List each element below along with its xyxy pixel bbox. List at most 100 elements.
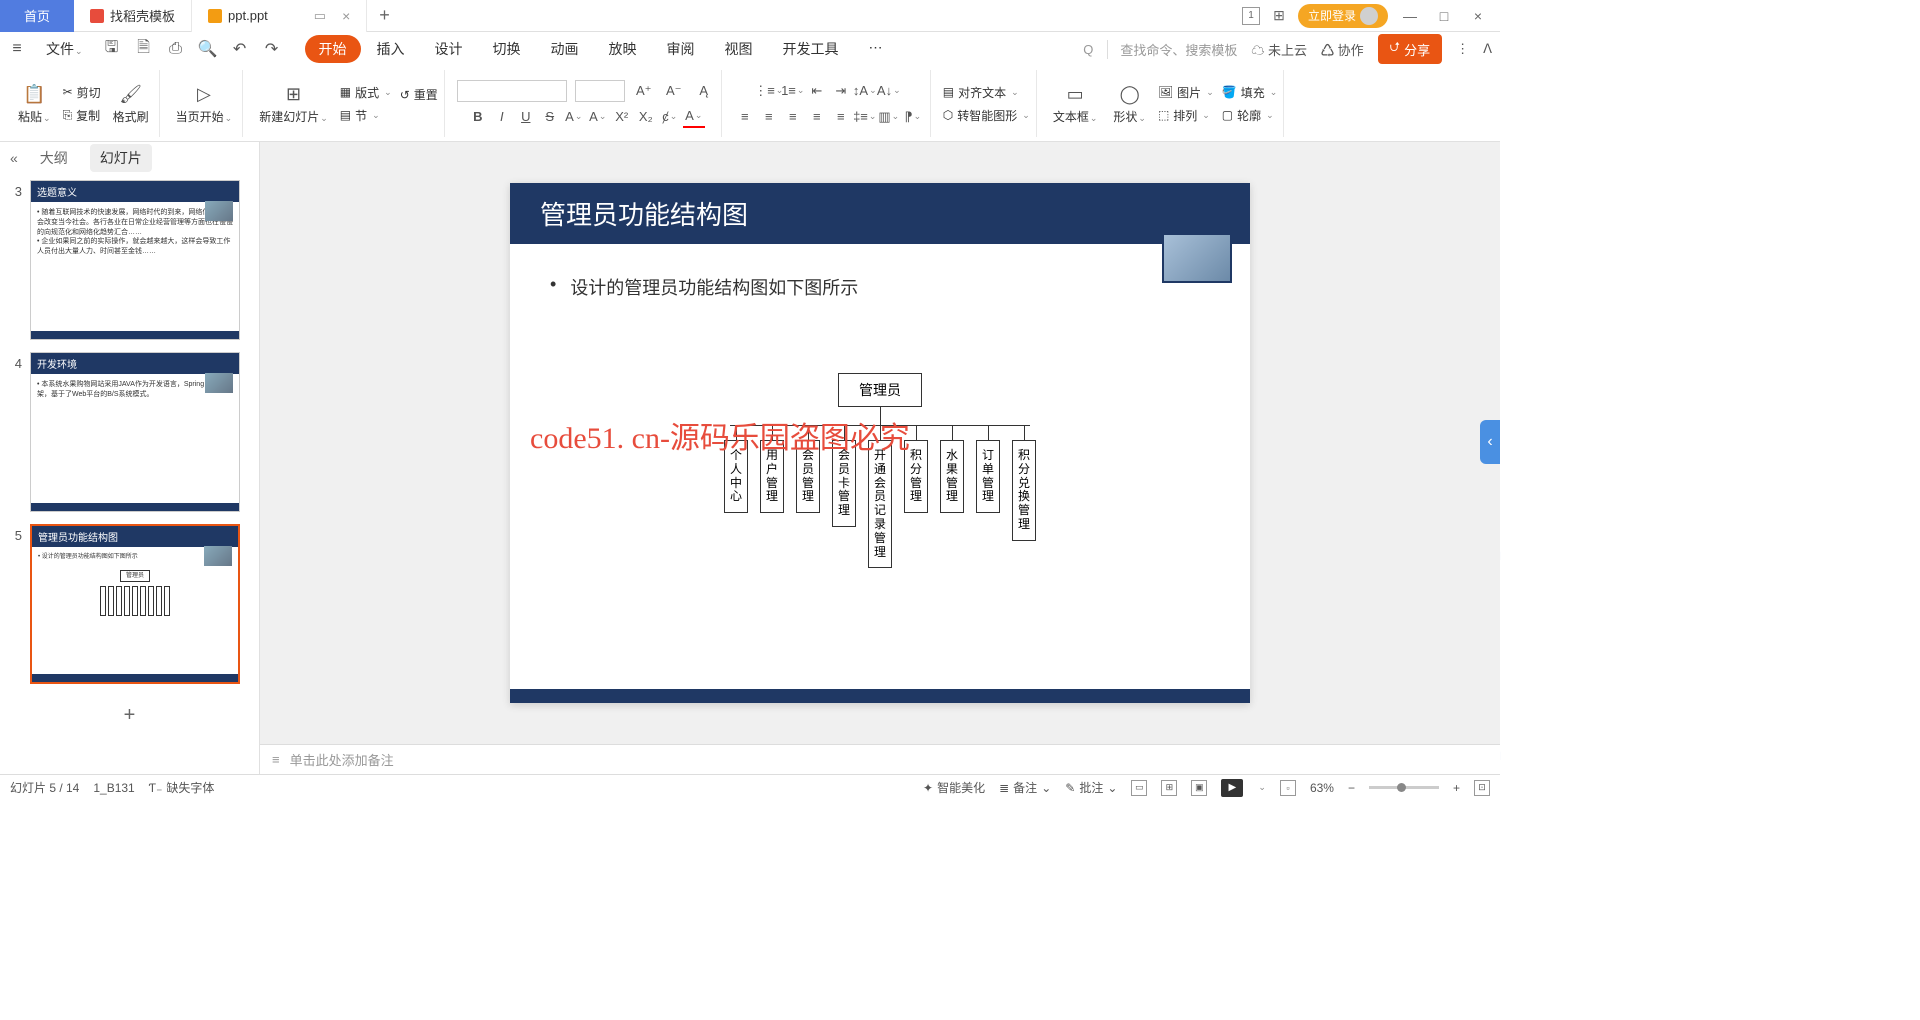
tab-more[interactable]: ⋯ <box>855 35 897 63</box>
font-effect-button[interactable]: A⌄ <box>587 106 609 128</box>
underline-button[interactable]: U <box>515 106 537 128</box>
beautify-button[interactable]: ✦ 智能美化 <box>923 779 985 796</box>
side-drawer-toggle[interactable]: ‹ <box>1480 420 1500 464</box>
tab-view[interactable]: 视图 <box>711 35 767 63</box>
tab-review[interactable]: 审阅 <box>653 35 709 63</box>
text-direction-button[interactable]: ↕A⌄ <box>854 80 876 102</box>
numbering-button[interactable]: 1≡⌄ <box>782 80 804 102</box>
align-text-button[interactable]: ▤对齐文本⌄ <box>943 84 1019 101</box>
sort-button[interactable]: A↓⌄ <box>878 80 900 102</box>
tab-insert[interactable]: 插入 <box>363 35 419 63</box>
slide-canvas[interactable]: 管理员功能结构图 设计的管理员功能结构图如下图所示 管理员 个人中心用户管理会员… <box>510 183 1250 703</box>
section-button[interactable]: ▤节⌄ <box>340 107 380 124</box>
thumbnail-selected[interactable]: 管理员功能结构图 • 设计的管理员功能结构图如下图所示管理员 <box>30 524 240 684</box>
format-painter-button[interactable]: 🖌 格式刷 <box>109 82 153 125</box>
increase-indent-button[interactable]: ⇥ <box>830 80 852 102</box>
font-family-select[interactable] <box>457 80 567 102</box>
arrange-button[interactable]: ⬚排列⌄ <box>1158 107 1210 124</box>
italic-button[interactable]: I <box>491 106 513 128</box>
paragraph-spacing-button[interactable]: ⁋⌄ <box>902 106 924 128</box>
window-layout-icon[interactable]: 1 <box>1242 7 1260 25</box>
new-tab-button[interactable]: + <box>367 5 402 26</box>
collab-button[interactable]: ♺ 协作 <box>1321 40 1364 59</box>
from-current-button[interactable]: ▷ 当页开始⌄ <box>172 82 237 125</box>
org-leaf[interactable]: 积分兑换管理 <box>1012 440 1036 541</box>
tab-design[interactable]: 设计 <box>421 35 477 63</box>
projector-icon[interactable]: ▭ <box>314 8 326 24</box>
decrease-font-icon[interactable]: A⁻ <box>663 80 685 102</box>
share-button[interactable]: ⮍ 分享 <box>1378 34 1442 64</box>
zoom-out-button[interactable]: − <box>1348 781 1355 795</box>
login-button[interactable]: 立即登录 <box>1298 4 1388 28</box>
superscript-button[interactable]: X² <box>611 106 633 128</box>
search-input[interactable]: 查找命令、搜索模板 <box>1107 40 1237 59</box>
tab-developer[interactable]: 开发工具 <box>769 35 853 63</box>
highlight-button[interactable]: A⌄ <box>563 106 585 128</box>
print-preview-icon[interactable]: 🔍 <box>199 40 217 58</box>
zoom-slider[interactable] <box>1369 786 1439 789</box>
shape-button[interactable]: ◯ 形状⌄ <box>1109 82 1150 125</box>
thumbnail-list[interactable]: 3 选题意义 • 随着互联网技术的快速发展，网络时代的到来，网络信息也将会改变当… <box>0 174 259 774</box>
slide-bullet[interactable]: 设计的管理员功能结构图如下图所示 <box>550 274 1210 300</box>
convert-smart-button[interactable]: ⬡转智能图形⌄ <box>943 107 1030 124</box>
apps-icon[interactable]: ⊞ <box>1270 7 1288 25</box>
decrease-indent-button[interactable]: ⇤ <box>806 80 828 102</box>
thumbnail[interactable]: 开发环境 • 本系统水果购物网站采用JAVA作为开发语言，Spring Boot… <box>30 352 240 512</box>
more-icon[interactable]: ⋮ <box>1456 41 1469 57</box>
paste-button[interactable]: 📋 粘贴⌄ <box>14 82 55 125</box>
hamburger-icon[interactable]: ≡ <box>8 40 26 58</box>
justify-button[interactable]: ≡ <box>806 106 828 128</box>
close-button[interactable]: × <box>1466 4 1490 28</box>
close-icon[interactable]: × <box>342 8 350 24</box>
columns-button[interactable]: ▥⌄ <box>878 106 900 128</box>
thumbnail[interactable]: 选题意义 • 随着互联网技术的快速发展，网络时代的到来，网络信息也将会改变当今社… <box>30 180 240 340</box>
align-left-button[interactable]: ≡ <box>734 106 756 128</box>
align-center-button[interactable]: ≡ <box>758 106 780 128</box>
tab-start[interactable]: 开始 <box>305 35 361 63</box>
comments-toggle[interactable]: ✎ 批注 ⌄ <box>1065 779 1117 796</box>
tab-document[interactable]: ppt.ppt ▭ × <box>192 0 367 32</box>
tab-template-search[interactable]: 找稻壳模板 <box>74 0 192 32</box>
subscript-button[interactable]: X₂ <box>635 106 657 128</box>
reading-view-icon[interactable]: ▣ <box>1191 780 1207 796</box>
outline-button[interactable]: ▢轮廓⌄ <box>1222 107 1274 124</box>
reset-button[interactable]: ↺重置 <box>400 86 438 103</box>
notes-pane[interactable]: ≡ 单击此处添加备注 <box>260 744 1500 774</box>
maximize-button[interactable]: □ <box>1432 4 1456 28</box>
thumbnail-item[interactable]: 4 开发环境 • 本系统水果购物网站采用JAVA作为开发语言，Spring Bo… <box>8 352 251 512</box>
zoom-in-button[interactable]: + <box>1453 781 1460 795</box>
cut-button[interactable]: ✂剪切 <box>63 84 101 101</box>
missing-font-warning[interactable]: Ƭ₋ 缺失字体 <box>149 779 215 796</box>
theme-code[interactable]: 1_B131 <box>93 781 134 795</box>
fill-button[interactable]: 🪣填充⌄ <box>1222 84 1278 101</box>
notes-placeholder[interactable]: 单击此处添加备注 <box>290 750 394 769</box>
font-color-button[interactable]: A⌄ <box>683 106 705 128</box>
normal-view-icon[interactable]: ▭ <box>1131 780 1147 796</box>
font-size-select[interactable] <box>575 80 625 102</box>
save-icon[interactable]: 🖫 <box>103 40 121 58</box>
org-chart[interactable]: 管理员 个人中心用户管理会员管理会员卡管理开通会员记录管理积分管理水果管理订单管… <box>724 373 1036 568</box>
align-right-button[interactable]: ≡ <box>782 106 804 128</box>
org-leaf[interactable]: 订单管理 <box>976 440 1000 513</box>
org-leaf[interactable]: 开通会员记录管理 <box>868 440 892 568</box>
file-menu[interactable]: 文件⌄ <box>40 39 89 59</box>
bullets-button[interactable]: ⋮≡⌄ <box>758 80 780 102</box>
tab-animation[interactable]: 动画 <box>537 35 593 63</box>
thumbnail-item[interactable]: 3 选题意义 • 随着互联网技术的快速发展，网络时代的到来，网络信息也将会改变当… <box>8 180 251 340</box>
notes-toggle[interactable]: ≣ 备注 ⌄ <box>999 779 1051 796</box>
new-slide-button[interactable]: ⊞ 新建幻灯片⌄ <box>255 82 332 125</box>
minimize-button[interactable]: — <box>1398 4 1422 28</box>
line-spacing-button[interactable]: ‡≡⌄ <box>854 106 876 128</box>
textbox-button[interactable]: ▭ 文本框⌄ <box>1049 82 1102 125</box>
change-case-button[interactable]: ȼ⌄ <box>659 106 681 128</box>
collapse-panel-icon[interactable]: « <box>10 150 18 166</box>
tab-home[interactable]: 首页 <box>0 0 74 32</box>
tab-transition[interactable]: 切换 <box>479 35 535 63</box>
save-as-icon[interactable]: 🗎 <box>135 40 153 58</box>
cloud-status[interactable]: ☁ 未上云 <box>1251 40 1307 59</box>
slide-decoration-image[interactable] <box>1162 233 1232 283</box>
undo-icon[interactable]: ↶ <box>231 40 249 58</box>
slideshow-button[interactable]: ▶ <box>1221 779 1243 797</box>
layout-button[interactable]: ▦版式⌄ <box>340 84 392 101</box>
slides-tab[interactable]: 幻灯片 <box>90 144 152 172</box>
